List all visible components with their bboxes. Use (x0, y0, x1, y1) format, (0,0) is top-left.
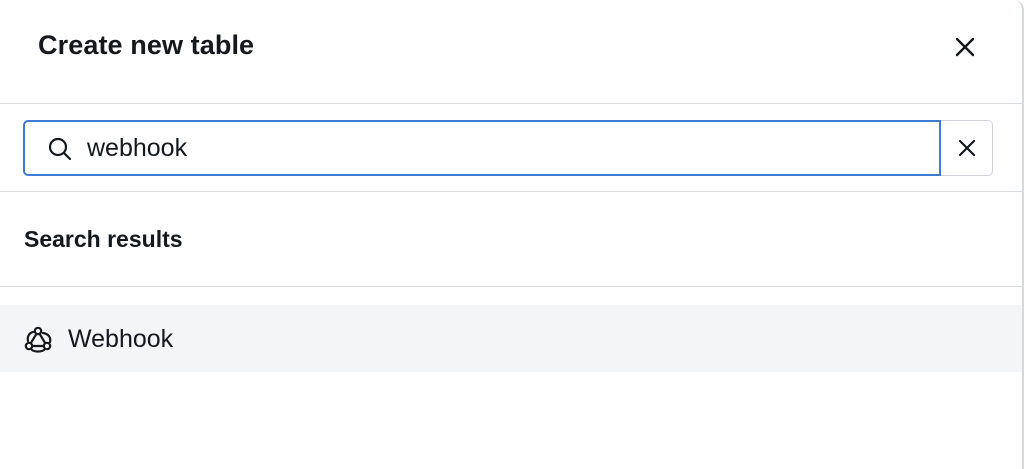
close-icon (958, 139, 975, 157)
list-item-webhook[interactable]: Webhook (0, 305, 1022, 372)
dialog-title: Create new table (38, 30, 255, 60)
search-field[interactable] (23, 120, 941, 176)
search-icon (48, 137, 72, 161)
search-section (0, 104, 1022, 192)
webhook-icon (24, 326, 52, 353)
clear-search-button[interactable] (941, 120, 993, 176)
search-results-heading: Search results (24, 226, 183, 252)
search-input[interactable] (87, 130, 907, 166)
close-dialog-button[interactable] (946, 28, 984, 66)
list-item-label: Webhook (68, 325, 174, 353)
create-table-dialog: Create new table Search results (0, 0, 1024, 469)
dialog-header: Create new table (0, 0, 1022, 104)
close-icon (955, 37, 975, 57)
results-header: Search results (0, 192, 1022, 287)
